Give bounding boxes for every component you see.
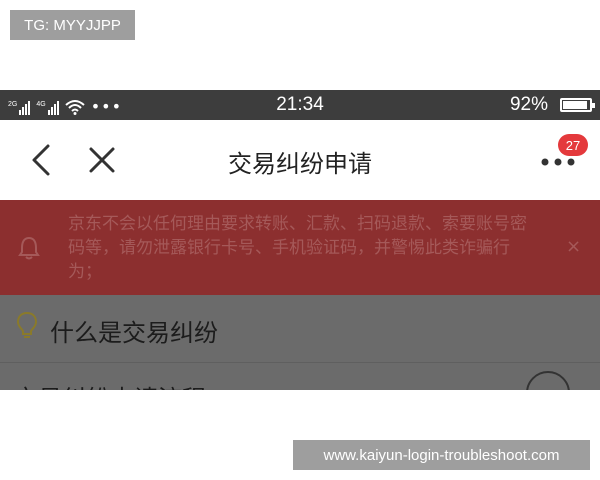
faq-section: 什么是交易纠纷 交易纠纷申请流程: [0, 295, 600, 390]
page-title: 交易纠纷申请: [228, 150, 372, 178]
notice-close-button[interactable]: ×: [566, 236, 581, 257]
bell-icon: [18, 236, 40, 260]
battery-icon: [560, 98, 595, 112]
phone-screen: 2G 4G ••• 21:34 92% 交易纠纷申请 27 京东不会以任何理由要…: [0, 90, 600, 390]
nav-bar: 交易纠纷申请 27: [0, 120, 600, 200]
battery-percentage: 92%: [509, 94, 548, 115]
arrow-circle-icon: [526, 371, 570, 390]
battery-fill: [563, 101, 587, 109]
faq-item-title: 什么是交易纠纷: [50, 319, 218, 347]
faq-item-title-2: 交易纠纷申请流程: [14, 379, 206, 390]
faq-item-what-is-dispute[interactable]: 什么是交易纠纷: [0, 295, 600, 363]
notice-text: 京东不会以任何理由要求转账、汇款、扫码退款、索要账号密码等，请勿泄露银行卡号、手…: [68, 214, 527, 282]
faq-item-apply-flow[interactable]: 交易纠纷申请流程: [0, 363, 600, 390]
watermark-top: TG: MYYJJPP: [10, 10, 135, 40]
notification-badge: 27: [558, 134, 588, 156]
watermark-bottom: www.kaiyun-login-troubleshoot.com: [293, 440, 590, 470]
lightbulb-icon: [16, 311, 38, 338]
more-dots-icon[interactable]: [540, 156, 580, 168]
fraud-notice-banner: 京东不会以任何理由要求转账、汇款、扫码退款、索要账号密码等，请勿泄露银行卡号、手…: [0, 200, 600, 295]
status-bar: 2G 4G ••• 21:34 92%: [0, 90, 600, 120]
